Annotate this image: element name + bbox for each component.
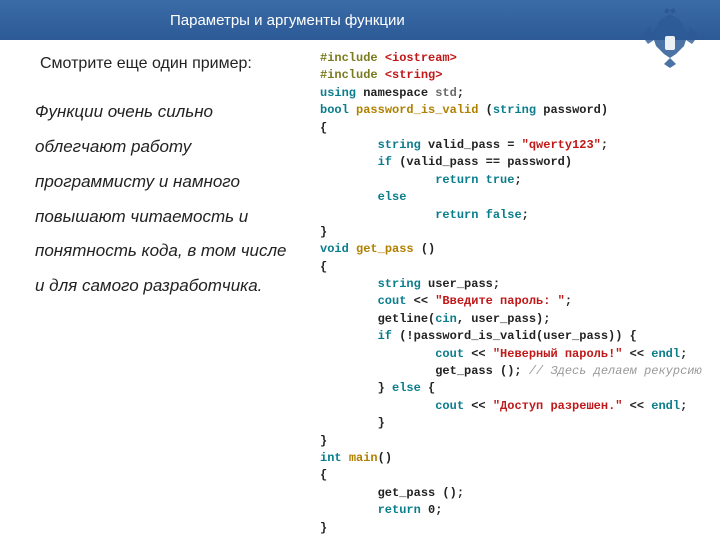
code-token: return — [435, 208, 478, 222]
code-token: if — [378, 155, 392, 169]
code-token: << — [406, 294, 435, 308]
code-token: password) — [536, 103, 608, 117]
code-token — [478, 208, 485, 222]
code-token: string — [493, 103, 536, 117]
code-token: else — [392, 381, 421, 395]
code-token: ; — [457, 86, 464, 100]
code-token: int — [320, 451, 342, 465]
code-token: , user_pass); — [457, 312, 551, 326]
code-token — [320, 399, 435, 413]
code-line: } — [320, 520, 710, 537]
code-token: std — [435, 86, 457, 100]
code-token: string — [378, 138, 421, 152]
code-token: using — [320, 86, 356, 100]
code-block: #include <iostream> #include <string> us… — [320, 50, 710, 537]
code-token: // Здесь делаем рекурсию — [529, 364, 702, 378]
slide-title: Параметры и аргументы функции — [170, 12, 405, 29]
slide-header: Параметры и аргументы функции — [0, 0, 720, 40]
intro-text: Смотрите еще один пример: — [40, 55, 252, 73]
code-token — [320, 277, 378, 291]
code-token: <string> — [385, 68, 443, 82]
code-token: get_pass — [356, 242, 414, 256]
code-token: << — [622, 347, 651, 361]
code-token — [342, 451, 349, 465]
code-token: "Доступ разрешен." — [493, 399, 623, 413]
code-token: cout — [435, 347, 464, 361]
code-line: } — [320, 433, 710, 450]
code-token — [349, 103, 356, 117]
code-token: #include — [320, 68, 385, 82]
code-token: void — [320, 242, 349, 256]
code-line: { — [320, 467, 710, 484]
code-token: cout — [378, 294, 407, 308]
code-token — [320, 155, 378, 169]
code-token: false — [486, 208, 522, 222]
code-token: else — [378, 190, 407, 204]
code-token: ( — [478, 103, 492, 117]
code-token: () — [378, 451, 392, 465]
code-token: user_pass; — [421, 277, 500, 291]
side-paragraph: Функции очень сильно облегчают работу пр… — [35, 95, 295, 304]
code-line: } — [320, 415, 710, 432]
code-token: true — [486, 173, 515, 187]
emblem-logo — [640, 6, 700, 70]
code-token: string — [378, 277, 421, 291]
code-token — [320, 173, 435, 187]
code-token — [320, 503, 378, 517]
code-token: valid_pass = — [421, 138, 522, 152]
code-token: << — [464, 347, 493, 361]
code-token — [320, 138, 378, 152]
code-token: main — [349, 451, 378, 465]
code-token: (valid_pass == password) — [392, 155, 572, 169]
code-token: ; — [680, 399, 687, 413]
code-token: } — [320, 381, 392, 395]
code-token: bool — [320, 103, 349, 117]
code-token: endl — [651, 347, 680, 361]
code-token: namespace — [356, 86, 435, 100]
code-token: #include — [320, 51, 385, 65]
code-token: () — [414, 242, 436, 256]
code-token — [478, 173, 485, 187]
code-token: cin — [435, 312, 457, 326]
code-token — [320, 347, 435, 361]
code-token: ; — [565, 294, 572, 308]
code-token: { — [421, 381, 435, 395]
code-token — [349, 242, 356, 256]
code-token — [320, 329, 378, 343]
code-token: return — [378, 503, 421, 517]
code-token: <iostream> — [385, 51, 457, 65]
eagle-icon — [640, 6, 700, 70]
code-token: << — [622, 399, 651, 413]
code-token: get_pass (); — [320, 364, 529, 378]
code-token: "qwerty123" — [522, 138, 601, 152]
code-token: return — [435, 173, 478, 187]
code-token: ; — [522, 208, 529, 222]
code-token: 0; — [421, 503, 443, 517]
code-token — [320, 294, 378, 308]
code-token: "Введите пароль: " — [435, 294, 565, 308]
code-token: ; — [601, 138, 608, 152]
code-line: } — [320, 224, 710, 241]
code-token: (!password_is_valid(user_pass)) { — [392, 329, 637, 343]
code-token: cout — [435, 399, 464, 413]
code-token: "Неверный пароль!" — [493, 347, 623, 361]
code-token: getline( — [320, 312, 435, 326]
code-token: get_pass (); — [320, 486, 464, 500]
code-token: if — [378, 329, 392, 343]
code-token: endl — [651, 399, 680, 413]
code-line: { — [320, 120, 710, 137]
code-token: << — [464, 399, 493, 413]
code-token: ; — [514, 173, 521, 187]
code-token: password_is_valid — [356, 103, 478, 117]
code-token — [320, 190, 378, 204]
code-token — [320, 208, 435, 222]
code-line: { — [320, 259, 710, 276]
code-token: ; — [680, 347, 687, 361]
